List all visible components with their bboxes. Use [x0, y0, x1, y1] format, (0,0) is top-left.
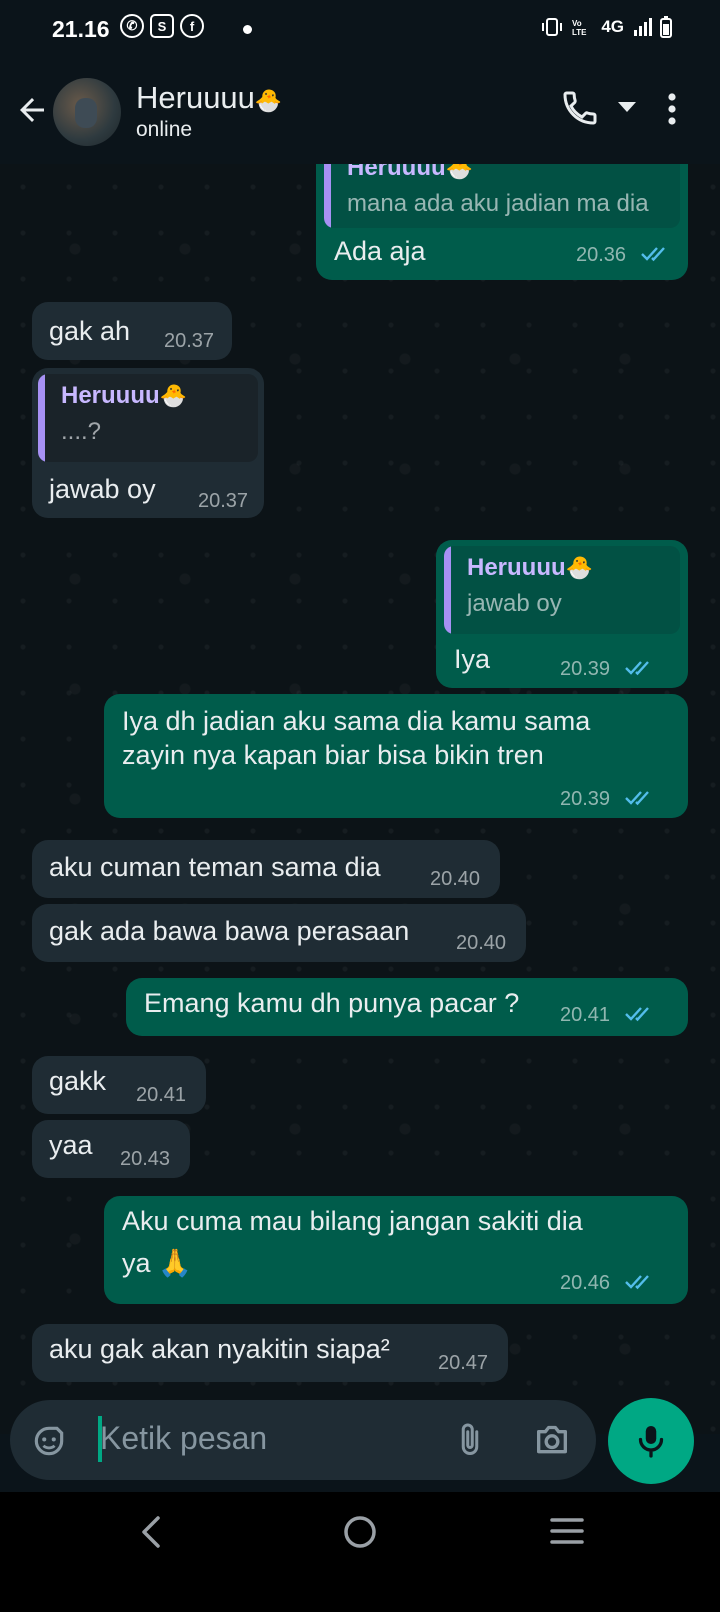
quoted-sender: Heruuuu🐣 [61, 382, 188, 409]
message-time: 20.40 [456, 932, 507, 954]
vibrate-icon [542, 18, 563, 36]
status-time: 21.16 [52, 16, 110, 42]
message-text: gakk [49, 1066, 107, 1096]
quoted-message[interactable]: Heruuuu🐣 mana ada aku jadian ma dia [324, 164, 680, 228]
message-list[interactable]: Heruuuu🐣 mana ada aku jadian ma dia Ada … [0, 164, 720, 1434]
message-outgoing[interactable]: Heruuuu🐣 jawab oy Iya 20.39 [436, 540, 688, 688]
message-text: Emang kamu dh punya pacar ? [144, 988, 520, 1018]
attach-icon[interactable] [452, 1420, 488, 1460]
nav-recents-icon[interactable] [550, 1516, 584, 1546]
quoted-sender: Heruuuu🐣 [467, 554, 594, 581]
read-ticks-icon [625, 661, 649, 676]
call-icon[interactable] [560, 88, 600, 128]
message-outgoing[interactable]: Aku cuma mau bilang jangan sakiti dia ya… [104, 1196, 688, 1304]
whatsapp-notification-icon: ✆ [120, 14, 144, 38]
svg-text:LTE: LTE [572, 28, 587, 37]
signal-icon [634, 18, 652, 36]
message-text-line-1: Iya dh jadian aku sama dia kamu sama [122, 706, 591, 736]
read-ticks-icon [625, 1275, 649, 1290]
chat-header: Heruuuu🐣 online [0, 60, 720, 164]
message-text: Ada aja [334, 236, 426, 266]
message-time: 20.43 [120, 1148, 171, 1170]
message-text: gak ah [49, 316, 131, 346]
read-ticks-icon [625, 791, 649, 806]
notification-dot [243, 25, 252, 34]
message-outgoing[interactable]: Emang kamu dh punya pacar ? 20.41 [126, 978, 688, 1036]
volte-icon: VoLTE [572, 19, 587, 37]
system-status-icons: Vo LTE 4G [541, 16, 672, 38]
nav-home-icon[interactable] [342, 1514, 378, 1550]
message-time: 20.40 [430, 868, 481, 890]
nav-back-icon[interactable] [138, 1514, 164, 1550]
message-text: aku cuman teman sama dia [49, 852, 381, 882]
quote-bar [444, 546, 451, 634]
back-arrow-icon[interactable] [14, 92, 50, 128]
network-type: 4G [601, 17, 624, 36]
message-incoming[interactable]: aku cuman teman sama dia 20.40 [32, 840, 500, 898]
message-incoming[interactable]: gak ada bawa bawa perasaan 20.40 [32, 904, 526, 962]
mic-icon [638, 1426, 664, 1458]
notification-icons: ✆ S f [120, 14, 204, 38]
quoted-text: ....? [61, 418, 102, 445]
hatching-chick-emoji: 🐣 [159, 383, 188, 408]
message-outgoing[interactable]: Iya dh jadian aku sama dia kamu sama zay… [104, 694, 688, 818]
read-ticks-icon [641, 247, 665, 262]
system-navigation-bar [0, 1492, 720, 1612]
dropdown-icon[interactable] [616, 100, 638, 114]
message-text: jawab oy [49, 474, 156, 504]
message-time: 20.37 [198, 490, 249, 512]
svg-text:Vo: Vo [572, 19, 582, 28]
hatching-chick-emoji: 🐣 [445, 164, 474, 180]
message-text: yaa [49, 1130, 93, 1160]
message-time: 20.47 [438, 1352, 489, 1374]
quoted-message[interactable]: Heruuuu🐣 jawab oy [444, 546, 680, 634]
quote-bar [38, 374, 45, 462]
message-time: 20.39 [560, 788, 611, 810]
read-ticks-icon [625, 1007, 649, 1022]
message-composer[interactable]: Ketik pesan [10, 1400, 596, 1480]
message-time: 20.36 [576, 244, 627, 266]
message-incoming[interactable]: aku gak akan nyakitin siapa² 20.47 [32, 1324, 508, 1382]
camera-icon[interactable] [532, 1420, 572, 1460]
message-text: gak ada bawa bawa perasaan [49, 916, 410, 946]
message-text-line-2: ya 🙏 [122, 1248, 192, 1278]
message-time: 20.41 [560, 1004, 611, 1026]
hatching-chick-emoji: 🐣 [254, 88, 283, 113]
contact-avatar[interactable] [53, 78, 121, 146]
message-input[interactable]: Ketik pesan [100, 1420, 267, 1457]
message-incoming[interactable]: gakk 20.41 [32, 1056, 206, 1114]
message-text-line-1: Aku cuma mau bilang jangan sakiti dia [122, 1206, 583, 1236]
contact-name[interactable]: Heruuuu🐣 [136, 80, 282, 116]
quoted-sender: Heruuuu🐣 [347, 164, 473, 182]
message-incoming[interactable]: yaa 20.43 [32, 1120, 190, 1178]
message-time: 20.37 [164, 330, 215, 352]
message-text-line-2: zayin nya kapan biar bisa bikin tren [122, 740, 544, 770]
shopee-notification-icon: S [150, 14, 174, 38]
contact-status: online [136, 118, 193, 141]
quoted-message[interactable]: Heruuuu🐣 ....? [38, 374, 258, 462]
message-incoming[interactable]: Heruuuu🐣 ....? jawab oy 20.37 [32, 368, 264, 518]
message-outgoing[interactable]: Heruuuu🐣 mana ada aku jadian ma dia Ada … [316, 164, 688, 280]
facebook-notification-icon: f [180, 14, 204, 38]
message-time: 20.46 [560, 1272, 611, 1294]
message-incoming[interactable]: gak ah 20.37 [32, 302, 232, 360]
message-text: aku gak akan nyakitin siapa² [49, 1334, 390, 1364]
battery-icon [660, 16, 672, 38]
message-time: 20.39 [560, 658, 611, 680]
quote-bar [324, 164, 331, 228]
message-time: 20.41 [136, 1084, 187, 1106]
sticker-icon[interactable] [30, 1422, 68, 1460]
more-vert-icon[interactable] [666, 92, 678, 126]
status-bar: 21.16 ✆ S f Vo LTE 4G [0, 0, 720, 60]
quoted-text: jawab oy [467, 590, 562, 617]
voice-record-button[interactable] [608, 1398, 694, 1484]
hatching-chick-emoji: 🐣 [565, 555, 594, 580]
message-text: Iya [454, 644, 491, 674]
quoted-text: mana ada aku jadian ma dia [347, 190, 649, 217]
